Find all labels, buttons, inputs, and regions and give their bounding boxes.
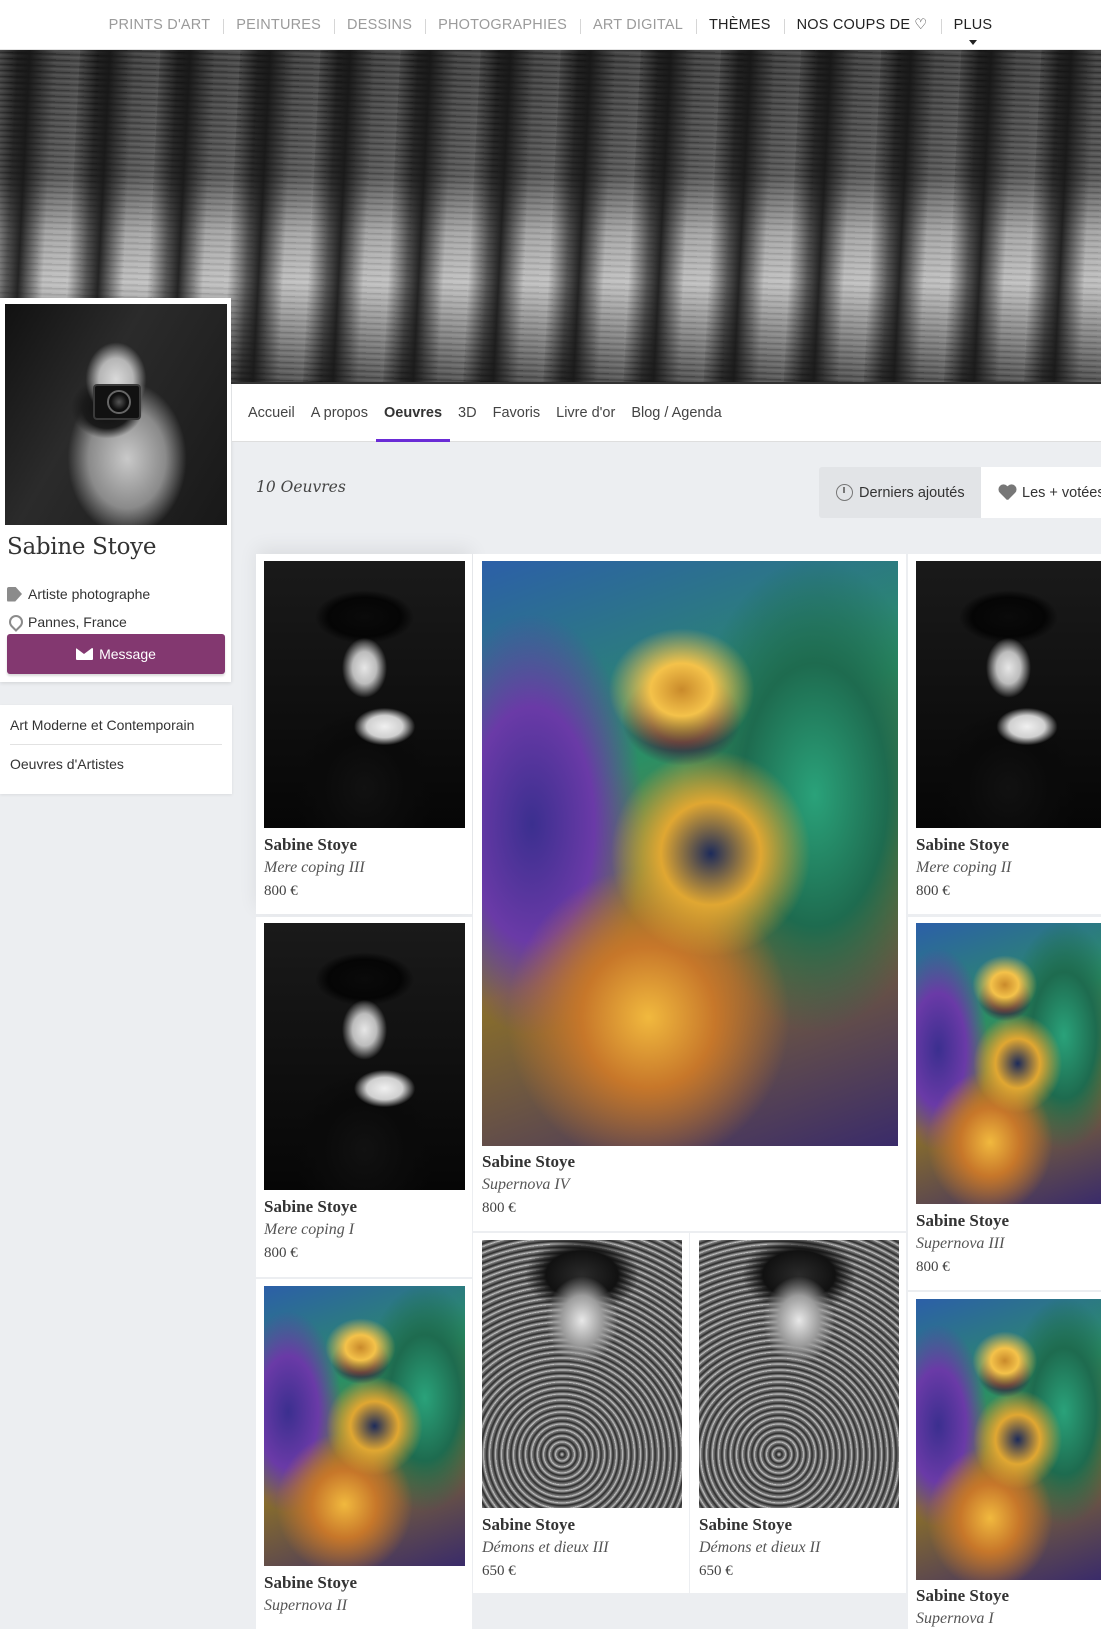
top-navigation: PRINTS D'ART PEINTURES DESSINS PHOTOGRAP… [0,0,1101,50]
artist-name: Sabine Stoye [7,534,157,560]
envelope-icon [76,648,94,660]
nav-plus-label: PLUS [953,16,993,33]
artwork-title[interactable]: Mere coping II [916,859,1011,877]
artist-role: Artiste photographe [28,586,151,602]
artist-location-line: Pannes, France [7,614,127,630]
artwork-artist[interactable]: Sabine Stoye [264,835,357,855]
category-art-moderne[interactable]: Art Moderne et Contemporain [10,705,222,744]
artwork-price: 800 € [264,883,298,899]
tab-oeuvres[interactable]: Oeuvres [376,384,451,442]
artist-role-line: Artiste photographe [7,586,150,602]
nav-art-digital[interactable]: ART DIGITAL [579,17,696,34]
tab-a-propos[interactable]: A propos [303,384,376,442]
artwork-image[interactable] [264,561,465,828]
artwork-title[interactable]: Mere coping III [264,859,365,877]
message-button-label: Message [99,646,156,662]
camera-lens-graphic [107,390,131,414]
artwork-artist[interactable]: Sabine Stoye [264,1573,357,1593]
artwork-image[interactable] [916,923,1101,1204]
artwork-card[interactable]: Sabine Stoye Mere coping II 800 € [908,554,1101,914]
artwork-title[interactable]: Supernova IV [482,1176,570,1194]
artwork-card-featured[interactable]: Sabine Stoye Supernova IV 800 € [473,554,906,1231]
category-list: Art Moderne et Contemporain Oeuvres d'Ar… [0,705,232,794]
nav-prints-dart[interactable]: PRINTS D'ART [96,17,224,33]
artwork-card[interactable]: Sabine Stoye Mere coping III 800 € [256,554,472,914]
heart-icon [998,485,1016,501]
artwork-card[interactable]: Sabine Stoye Mere coping I 800 € [256,917,472,1277]
artwork-price: 800 € [264,1245,298,1261]
nav-peintures[interactable]: PEINTURES [223,17,334,34]
artwork-artist[interactable]: Sabine Stoye [264,1197,357,1217]
artwork-artist[interactable]: Sabine Stoye [916,835,1009,855]
artwork-price: 800 € [916,883,950,899]
message-button[interactable]: Message [7,634,225,674]
artwork-card[interactable]: Sabine Stoye Supernova II [256,1279,472,1629]
artwork-artist[interactable]: Sabine Stoye [916,1211,1009,1231]
artwork-title[interactable]: Démons et dieux III [482,1539,609,1557]
nav-dessins[interactable]: DESSINS [334,17,425,34]
nav-themes[interactable]: THÈMES [695,17,784,34]
artwork-image[interactable] [482,1240,682,1508]
artwork-card[interactable]: Sabine Stoye Démons et dieux III 650 € [473,1233,689,1593]
artwork-artist[interactable]: Sabine Stoye [916,1586,1009,1606]
artwork-artist[interactable]: Sabine Stoye [482,1152,575,1172]
tab-3d[interactable]: 3D [450,384,485,442]
tab-blog-agenda[interactable]: Blog / Agenda [623,384,729,442]
artwork-image[interactable] [699,1240,899,1508]
artwork-card[interactable]: Sabine Stoye Supernova III 800 € [908,917,1101,1290]
nav-plus[interactable]: PLUS [940,16,1006,45]
tab-favoris[interactable]: Favoris [485,384,549,442]
artwork-card[interactable]: Sabine Stoye Démons et dieux II 650 € [690,1233,906,1593]
tag-icon [7,586,22,602]
artwork-image[interactable] [264,1286,465,1566]
nav-nos-coups-de-coeur[interactable]: NOS COUPS DE ♡ [783,17,941,34]
artwork-card[interactable]: Sabine Stoye Supernova I [908,1292,1101,1629]
sort-latest-label: Derniers ajoutés [859,484,965,501]
clock-icon [836,484,853,501]
artwork-image[interactable] [916,561,1101,828]
artwork-artist[interactable]: Sabine Stoye [482,1515,575,1535]
category-oeuvres-dartistes[interactable]: Oeuvres d'Artistes [10,744,222,783]
artwork-price: 650 € [699,1563,733,1579]
artwork-price: 650 € [482,1563,516,1579]
nav-photographies[interactable]: PHOTOGRAPHIES [425,17,580,34]
artwork-title[interactable]: Supernova III [916,1235,1004,1253]
artwork-price: 800 € [482,1200,516,1216]
works-count: 10 Oeuvres [256,478,346,496]
tab-accueil[interactable]: Accueil [240,384,303,442]
artwork-image[interactable] [264,923,465,1190]
artwork-image[interactable] [482,561,898,1146]
artwork-price: 800 € [916,1259,950,1275]
artwork-title[interactable]: Mere coping I [264,1221,354,1239]
artwork-title[interactable]: Supernova I [916,1610,994,1628]
artwork-title[interactable]: Démons et dieux II [699,1539,820,1557]
sort-most-voted-label: Les + votées [1022,484,1101,501]
location-pin-icon [7,615,22,630]
artwork-title[interactable]: Supernova II [264,1597,347,1615]
artist-location: Pannes, France [28,614,127,630]
caret-down-icon [968,39,977,45]
artist-profile-card: Sabine Stoye Artiste photographe Pannes,… [0,298,231,682]
tab-livre-dor[interactable]: Livre d'or [548,384,623,442]
profile-tabs: Accueil A propos Oeuvres 3D Favoris Livr… [232,384,1101,442]
sort-latest-button[interactable]: Derniers ajoutés [819,467,981,518]
sort-most-voted-button[interactable]: Les + votées [981,467,1101,518]
artwork-artist[interactable]: Sabine Stoye [699,1515,792,1535]
artwork-image[interactable] [916,1299,1101,1580]
artist-avatar[interactable] [5,304,227,525]
